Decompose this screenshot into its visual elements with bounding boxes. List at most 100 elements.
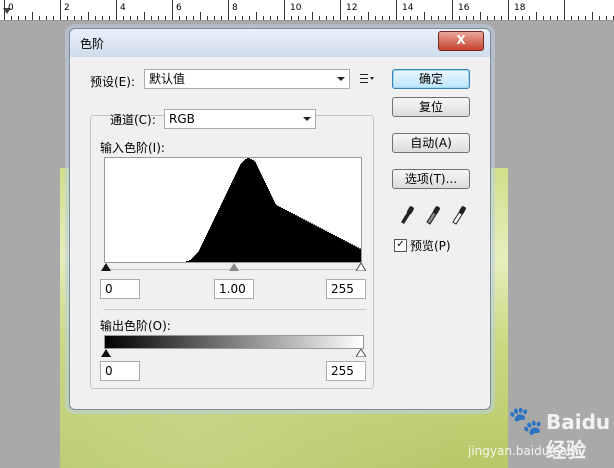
channel-select[interactable]: RGB — [164, 109, 316, 129]
histogram-bar — [296, 215, 297, 262]
preset-select[interactable]: 默认值 — [144, 69, 350, 89]
black-eyedropper-icon[interactable] — [398, 203, 416, 225]
ruler-tick — [347, 16, 348, 20]
output-black-field[interactable]: 0 — [100, 361, 140, 381]
histogram-bar — [207, 232, 208, 262]
histogram-bar — [290, 212, 291, 262]
histogram-bar — [336, 236, 337, 262]
ruler-label: 4 — [120, 3, 126, 13]
output-white-field[interactable]: 255 — [326, 361, 366, 381]
dialog-titlebar[interactable]: 色阶 X — [70, 29, 490, 57]
histogram-bar — [213, 220, 214, 262]
ok-button[interactable]: 确定 — [392, 69, 470, 89]
preview-checkbox[interactable]: ✓ — [394, 239, 407, 252]
white-eyedropper-icon[interactable] — [450, 203, 468, 225]
histogram-bar — [293, 214, 294, 262]
histogram-bar — [194, 255, 195, 262]
output-black-slider[interactable] — [101, 349, 111, 357]
ruler-label: 14 — [402, 3, 414, 13]
histogram-bar — [333, 234, 334, 262]
ruler-tick — [200, 12, 201, 20]
ruler-tick — [60, 0, 61, 20]
histogram-bar — [295, 215, 296, 262]
ruler-tick — [95, 16, 96, 20]
input-black-slider[interactable] — [101, 263, 111, 271]
levels-dialog: 色阶 X 预设(E): 默认值 通道(C): RGB 输入色阶(I): 0 1.… — [69, 28, 491, 410]
ruler-tick — [361, 16, 362, 20]
histogram-bar — [314, 224, 315, 262]
histogram-bar — [241, 163, 242, 262]
histogram-bar — [237, 170, 238, 262]
ruler-tick — [165, 16, 166, 20]
histogram-bar — [291, 213, 292, 262]
ruler-tick — [109, 16, 110, 20]
preset-value: 默认值 — [149, 72, 186, 86]
close-button[interactable]: X — [438, 31, 484, 51]
histogram-bar — [215, 216, 216, 262]
separator — [104, 309, 366, 310]
histogram-bar — [223, 199, 224, 262]
input-gamma-slider[interactable] — [229, 263, 239, 271]
input-black-field[interactable]: 0 — [100, 279, 140, 299]
histogram-bar — [256, 164, 257, 262]
histogram-bar — [191, 258, 192, 262]
ruler-tick — [389, 16, 390, 20]
histogram-bar — [292, 213, 293, 262]
ruler-tick — [123, 16, 124, 20]
histogram-bar — [202, 243, 203, 262]
options-button[interactable]: 选项(T)... — [392, 169, 470, 189]
histogram-bar — [254, 161, 255, 262]
input-gamma-field[interactable]: 1.00 — [214, 279, 254, 299]
histogram-bar — [317, 226, 318, 262]
histogram-bar — [340, 238, 341, 262]
histogram-bar — [325, 230, 326, 262]
ruler-tick — [438, 16, 439, 20]
ruler-tick — [480, 12, 481, 20]
input-white-field[interactable]: 255 — [326, 279, 366, 299]
histogram-bar — [358, 247, 359, 262]
histogram-bar — [357, 247, 358, 262]
histogram-bar — [305, 220, 306, 262]
histogram-bar — [259, 170, 260, 262]
ruler-tick — [522, 16, 523, 20]
histogram-bar — [210, 226, 211, 262]
reset-button[interactable]: 复位 — [392, 97, 470, 117]
auto-button[interactable]: 自动(A) — [392, 133, 470, 153]
histogram-bar — [328, 231, 329, 262]
ruler-tick — [305, 16, 306, 20]
ruler-tick — [592, 12, 593, 20]
histogram-bar — [187, 260, 188, 262]
ruler-tick — [102, 16, 103, 20]
ruler-tick — [452, 0, 453, 20]
ruler-tick — [319, 16, 320, 20]
histogram-bar — [216, 214, 217, 262]
ruler-tick — [277, 16, 278, 20]
histogram-bar — [264, 180, 265, 262]
histogram-bar — [289, 212, 290, 262]
histogram-bar — [268, 189, 269, 262]
histogram-bar — [204, 239, 205, 262]
histogram-bar — [298, 216, 299, 262]
ruler-tick — [326, 16, 327, 20]
histogram-bar — [186, 260, 187, 262]
preset-options-icon[interactable] — [360, 73, 374, 85]
histogram-bar — [279, 206, 280, 262]
histogram-bar — [270, 193, 271, 262]
gray-eyedropper-icon[interactable] — [424, 203, 442, 225]
histogram-bar — [341, 239, 342, 262]
output-levels-label: 输出色阶(O): — [100, 319, 171, 333]
histogram-bar — [319, 227, 320, 262]
histogram-bar — [245, 159, 246, 262]
histogram-bar — [280, 206, 281, 262]
output-white-slider[interactable] — [356, 349, 366, 357]
ruler-tick — [473, 16, 474, 20]
histogram-bar — [360, 248, 361, 262]
histogram-bar — [304, 219, 305, 262]
input-white-slider[interactable] — [356, 263, 366, 271]
histogram-bar — [192, 257, 193, 262]
ruler-tick — [354, 16, 355, 20]
histogram-bar — [248, 158, 249, 262]
histogram-bar — [313, 224, 314, 262]
ruler-tick — [501, 16, 502, 20]
ruler-tick — [116, 0, 117, 20]
